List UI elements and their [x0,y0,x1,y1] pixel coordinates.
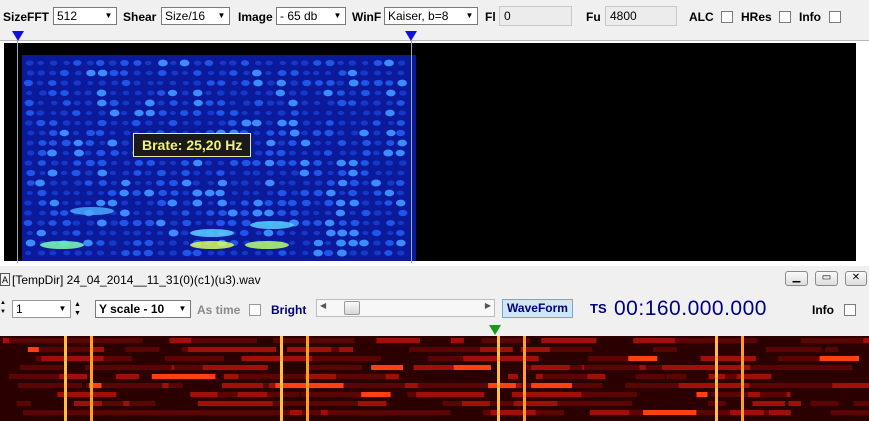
info-checkbox[interactable] [829,11,841,23]
image-combo[interactable]: - 65 db ▼ [276,7,346,25]
spin-up-icon[interactable]: ▲ [0,299,10,308]
window-title: [TempDir] 24_04_2014__11_31(0)(c1)(u3).w… [12,273,261,287]
fl-label: Fl [485,10,496,24]
chevron-down-icon: ▼ [58,304,67,313]
spectrogram-view[interactable] [4,45,856,261]
as-time-checkbox[interactable] [249,304,261,316]
close-icon: ✕ [851,272,861,283]
scroll-left-icon[interactable]: ◀ [320,301,326,310]
selection-end-line [411,41,412,263]
wave-toolbar: ▲ ▼ 1 ▼ ▲ ▼ Y scale - 10 ▼ As time Brigh… [0,294,869,324]
as-time-label: As time [197,303,241,317]
ts-label: TS [590,301,607,316]
shear-combo[interactable]: Size/16 ▼ [161,7,230,25]
spin-up-icon[interactable]: ▲ [74,300,86,309]
fl-field[interactable]: 0 [499,6,572,26]
yscale-value: Y scale - 10 [99,302,165,316]
spectrogram-panel: Brate: 25,20 Hz [0,40,869,266]
chevron-down-icon: ▼ [104,11,113,20]
maximize-icon: ▭ [821,272,832,283]
bright-label: Bright [271,303,307,317]
size-fft-label: SizeFFT [3,10,50,24]
left-marker-icon[interactable] [12,31,24,41]
fu-label: Fu [586,10,601,24]
size-fft-combo[interactable]: 512 ▼ [53,7,117,25]
wave-info-checkbox[interactable] [844,304,856,316]
brate-tooltip: Brate: 25,20 Hz [133,133,252,157]
spectrogram-image [22,55,416,261]
spin-down-icon[interactable]: ▼ [0,308,10,317]
winf-label: WinF [352,10,382,24]
wave-window-titlebar: A [TempDir] 24_04_2014__11_31(0)(c1)(u3)… [0,269,869,291]
chevron-down-icon: ▼ [217,11,226,20]
hres-checkbox[interactable] [779,11,791,23]
channel-value: 1 [16,302,23,316]
alc-label: ALC [689,10,714,24]
position-scrollbar[interactable]: ◀ ▶ [316,299,495,317]
channel-spinner[interactable]: ▲ ▼ [0,299,10,319]
shear-label: Shear [123,10,157,24]
minimize-icon: ▁ [792,272,801,283]
image-label: Image [238,10,273,24]
position-marker-icon[interactable] [489,325,501,335]
selection-start-line [17,41,18,263]
maximize-button[interactable]: ▭ [815,271,838,286]
channel-combo[interactable]: 1 ▼ [12,300,71,318]
winf-combo[interactable]: Kaiser, b=8 ▼ [384,7,478,25]
waveform-button[interactable]: WaveForm [502,299,573,318]
yscale-combo[interactable]: Y scale - 10 ▼ [95,300,191,318]
scroll-right-icon[interactable]: ▶ [485,301,491,310]
timestamp-display: 00:160.000.000 [614,297,767,320]
waveform-heatmap[interactable] [0,336,869,421]
winf-value: Kaiser, b=8 [388,9,449,23]
right-marker-icon[interactable] [405,31,417,41]
image-value: - 65 db [280,9,318,23]
scroll-thumb[interactable] [344,301,360,315]
chevron-down-icon: ▼ [333,11,342,20]
shear-value: Size/16 [165,9,206,23]
hres-label: HRes [741,10,772,24]
fu-field[interactable]: 4800 [605,6,677,26]
channel-spin-buttons[interactable]: ▲ ▼ [74,300,86,318]
alc-checkbox[interactable] [721,11,733,23]
size-fft-value: 512 [57,9,78,23]
wave-info-label: Info [812,303,834,317]
spin-down-icon[interactable]: ▼ [74,309,86,318]
chevron-down-icon: ▼ [178,304,187,313]
minimize-button[interactable]: ▁ [785,271,808,286]
chevron-down-icon: ▼ [465,11,474,20]
close-button[interactable]: ✕ [845,271,867,286]
info-label: Info [799,10,821,24]
app-icon: A [0,273,10,286]
